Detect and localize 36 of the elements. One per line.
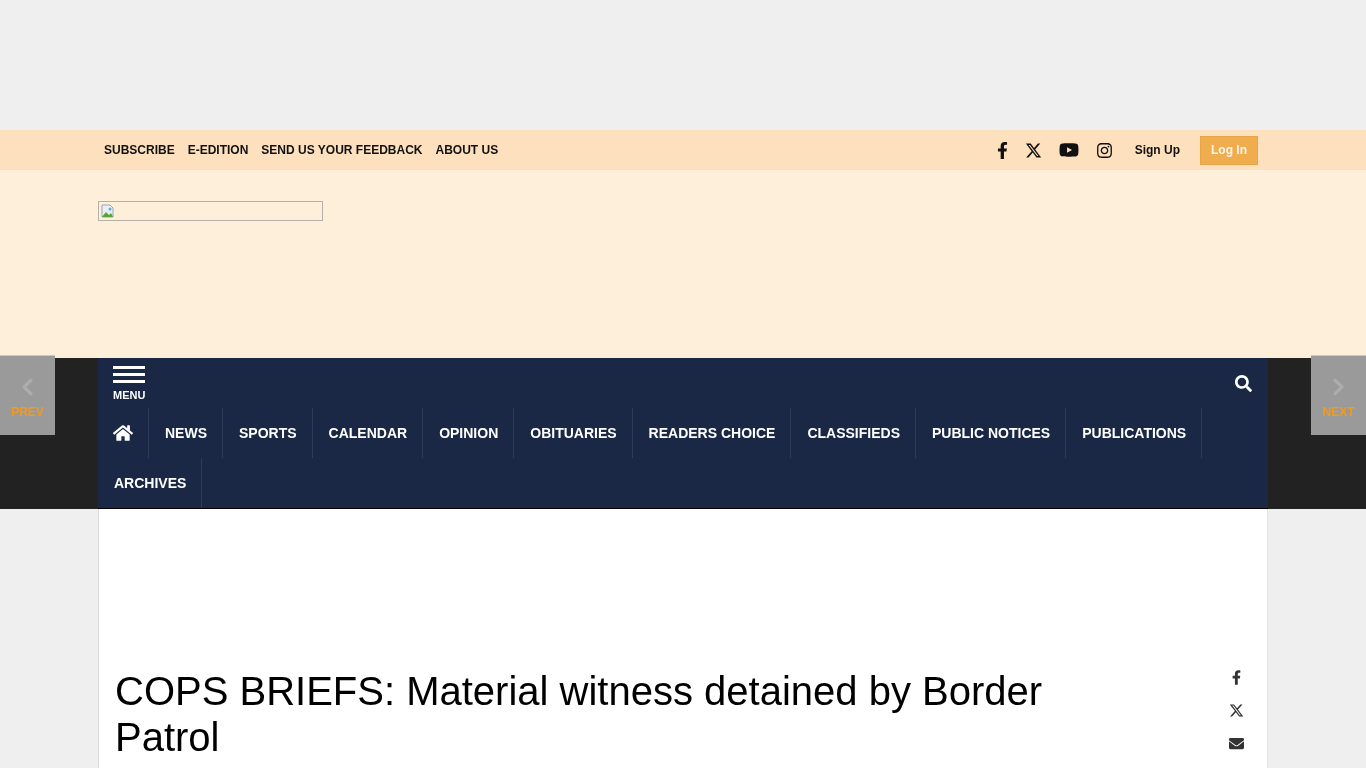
x-logo-icon: [1229, 703, 1244, 718]
x-link[interactable]: [1024, 141, 1042, 159]
nav-link[interactable]: OBITUARIES: [514, 408, 633, 458]
x-logo-icon: [1024, 141, 1042, 159]
top-link[interactable]: SUBSCRIBE: [104, 143, 175, 157]
youtube-link[interactable]: [1058, 140, 1079, 160]
top-link[interactable]: E-EDITION: [187, 143, 249, 157]
nav-link[interactable]: READERS CHOICE: [632, 408, 792, 458]
facebook-icon: [1232, 670, 1241, 685]
share-x-link[interactable]: [1229, 703, 1244, 718]
top-link[interactable]: ABOUT US: [435, 143, 499, 157]
nav-link[interactable]: PUBLIC NOTICES: [916, 408, 1067, 458]
nav-link[interactable]: PUBLICATIONS: [1066, 408, 1203, 458]
sign-up-link[interactable]: Sign Up: [1134, 143, 1180, 157]
facebook-icon: [996, 141, 1008, 159]
facebook-link[interactable]: [996, 141, 1008, 159]
nav-link[interactable]: ARCHIVES: [98, 458, 203, 508]
nav-link[interactable]: NEWS: [149, 408, 223, 458]
envelope-icon: [1229, 736, 1244, 751]
share-email-link[interactable]: [1229, 736, 1244, 751]
home-icon: [113, 423, 133, 443]
nav-link[interactable]: OPINION: [423, 408, 515, 458]
broken-image-icon: [101, 204, 115, 218]
share-facebook-link[interactable]: [1232, 670, 1241, 685]
youtube-icon: [1058, 140, 1079, 160]
nav-link[interactable]: SPORTS: [223, 408, 313, 458]
search-icon: [1235, 374, 1252, 392]
instagram-icon: [1095, 141, 1113, 159]
nav-link[interactable]: CALENDAR: [312, 408, 424, 458]
nav-link[interactable]: CLASSIFIEDS: [791, 408, 916, 458]
search-button[interactable]: [1235, 374, 1252, 392]
menu-button[interactable]: MENU: [113, 365, 146, 401]
instagram-link[interactable]: [1095, 141, 1113, 159]
hamburger-icon: [113, 365, 145, 383]
top-link[interactable]: SEND US YOUR FEEDBACK: [261, 143, 423, 157]
article-title: COPS BRIEFS: Material witness detained by Border Patrol: [115, 668, 1044, 760]
